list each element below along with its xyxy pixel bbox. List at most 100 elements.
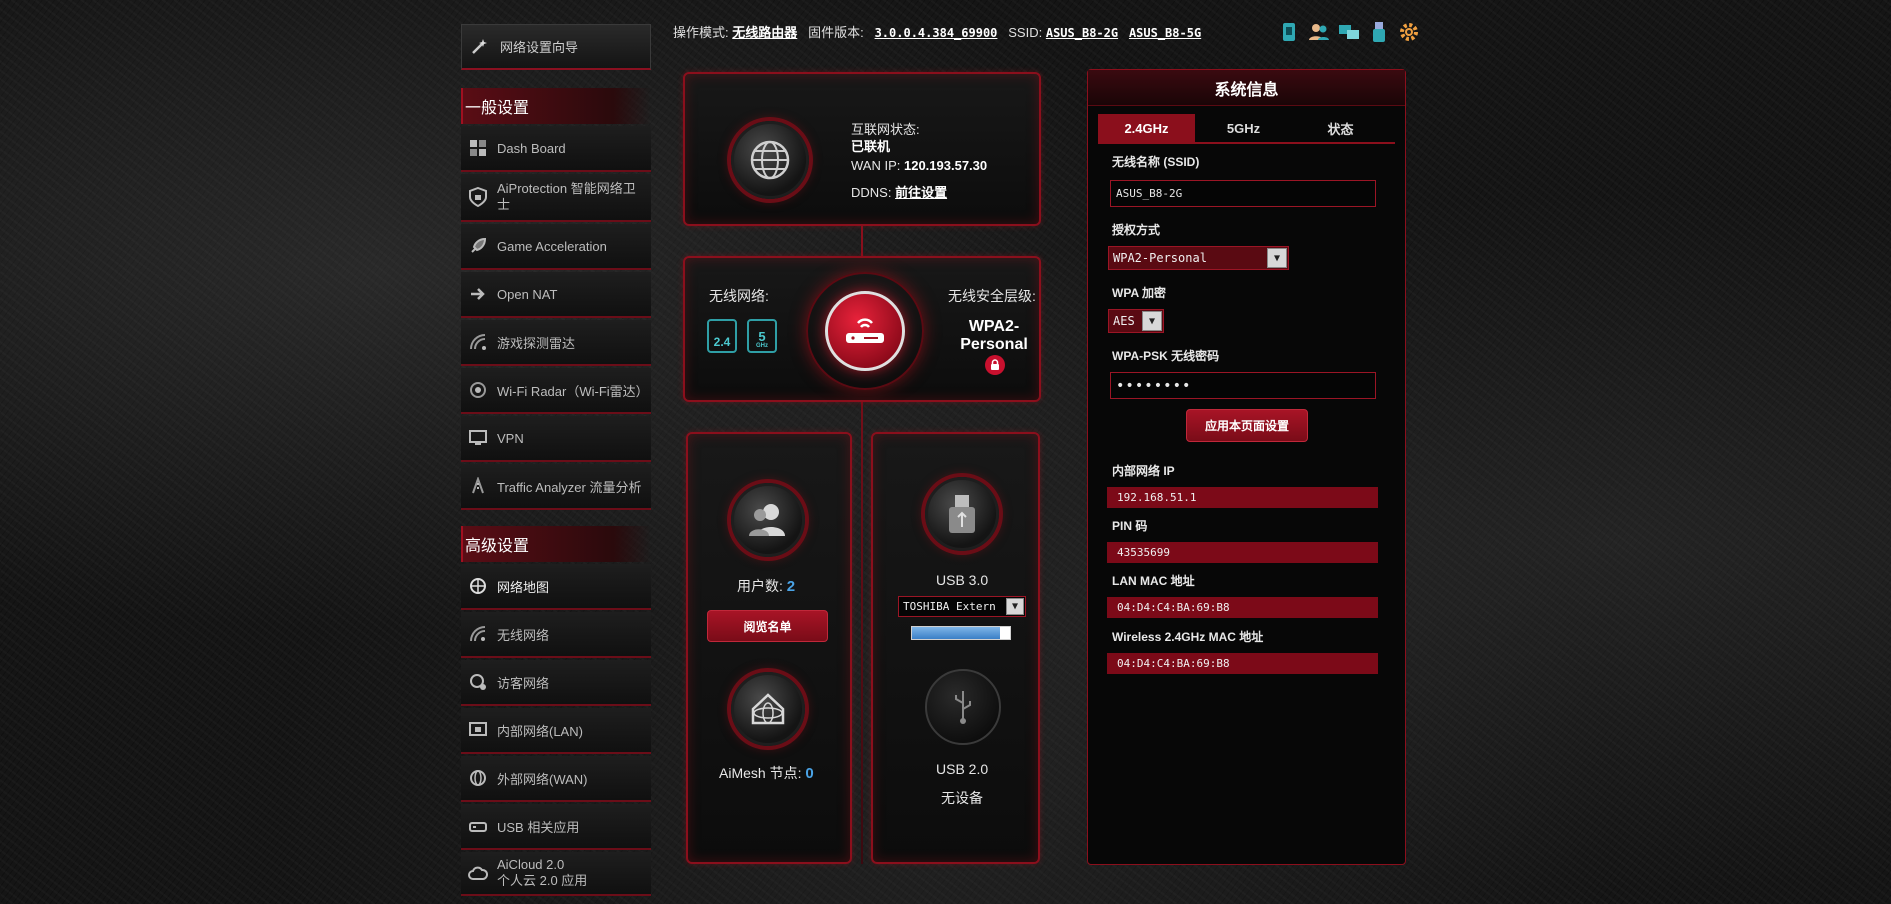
wan-ip-row: WAN IP: 120.193.57.30 xyxy=(851,158,987,173)
shield-icon xyxy=(467,186,489,208)
sidebar-item-wireless[interactable]: 无线网络 xyxy=(461,612,651,658)
ssid-input[interactable]: ASUS_B8-2G xyxy=(1110,180,1376,207)
auth-method-value: WPA2-Personal xyxy=(1113,251,1207,265)
sidebar-item-wifi-radar[interactable]: Wi-Fi Radar（Wi-Fi雷达） xyxy=(461,368,651,414)
top-icons xyxy=(1278,21,1420,43)
sidebar-item-aicloud[interactable]: AiCloud 2.0 个人云 2.0 应用 xyxy=(461,852,651,896)
sidebar-item-label: Game Acceleration xyxy=(497,238,607,254)
network-icon[interactable] xyxy=(1338,21,1360,43)
auth-method-label: 授权方式 xyxy=(1112,223,1161,237)
aimesh-icon xyxy=(751,693,785,725)
mode-label: 操作模式: xyxy=(673,25,729,40)
ssid-label: SSID: xyxy=(1008,25,1043,40)
wpa-encryption-label: WPA 加密 xyxy=(1112,286,1166,300)
aimesh-label: AiMesh 节点: xyxy=(719,765,802,781)
ssid-field-label: 无线名称 (SSID) xyxy=(1112,155,1200,169)
clients-count-row: 用户数: 2 xyxy=(737,576,795,596)
sidebar-item-open-nat[interactable]: Open NAT xyxy=(461,272,651,318)
psk-password-input[interactable]: •••••••• xyxy=(1110,372,1376,399)
security-value-line1: WPA2- xyxy=(968,318,1020,335)
dashboard-icon xyxy=(467,137,489,159)
usb-app-icon xyxy=(467,815,489,837)
rocket-icon xyxy=(467,235,489,257)
lan-icon xyxy=(467,719,489,741)
lan-ip-label: 内部网络 IP xyxy=(1112,464,1175,478)
globe-icon xyxy=(750,140,790,180)
view-list-button[interactable]: 阅览名单 xyxy=(707,610,828,642)
sidebar-item-usb-apps[interactable]: USB 相关应用 xyxy=(461,804,651,850)
sidebar-item-label: USB 相关应用 xyxy=(497,819,580,835)
tab-status[interactable]: 状态 xyxy=(1292,114,1389,142)
router-button[interactable] xyxy=(825,291,905,371)
sidebar-item-sublabel: 个人云 2.0 应用 xyxy=(497,873,588,888)
wan-ip-value: 120.193.57.30 xyxy=(903,158,988,173)
wpa-encryption-select[interactable]: AES ▼ xyxy=(1108,309,1164,333)
clients-count-label: 用户数: xyxy=(737,578,783,594)
setup-wizard-item[interactable]: 网络设置向导 xyxy=(461,24,651,70)
sidebar-item-network-map[interactable]: 网络地图 xyxy=(461,564,651,610)
general-settings-header: 一般设置 xyxy=(461,88,651,124)
auth-method-select[interactable]: WPA2-Personal ▼ xyxy=(1108,246,1289,270)
aimesh-row: AiMesh 节点: 0 xyxy=(719,763,814,783)
users-icon[interactable] xyxy=(1308,21,1330,43)
aimesh-button[interactable] xyxy=(731,672,805,746)
ddns-label: DDNS: xyxy=(851,185,892,200)
settings-gear-icon[interactable] xyxy=(1398,21,1420,43)
wifi-24-badge[interactable]: 2.4 xyxy=(707,319,737,353)
sidebar-item-label: AiProtection 智能网络卫士 xyxy=(497,181,636,212)
ddns-link[interactable]: 前往设置 xyxy=(895,185,947,200)
sidebar: 网络设置向导 一般设置 Dash Board AiProtection 智能网络… xyxy=(461,24,651,896)
tab-5ghz[interactable]: 5GHz xyxy=(1195,114,1292,142)
network-map-icon xyxy=(467,575,489,597)
usb3-device-select[interactable]: TOSHIBA Extern ▼ xyxy=(898,596,1026,617)
system-info-panel: 系统信息 2.4GHz 5GHz 状态 无线名称 (SSID) ASUS_B8-… xyxy=(1087,69,1406,865)
sidebar-item-label: Traffic Analyzer 流量分析 xyxy=(497,479,642,495)
sidebar-item-aiprotection[interactable]: AiProtection 智能网络卫士 xyxy=(461,174,651,222)
wifi-5-badge[interactable]: 5 GHz xyxy=(747,319,777,353)
wifi-5-badge-label: 5 xyxy=(758,329,766,344)
sidebar-item-label: 内部网络(LAN) xyxy=(497,723,583,739)
chevron-down-icon: ▼ xyxy=(1267,248,1287,268)
usb-icon[interactable] xyxy=(1368,21,1390,43)
clients-button[interactable] xyxy=(731,483,805,557)
sidebar-item-game-acceleration[interactable]: Game Acceleration xyxy=(461,224,651,270)
apply-settings-button[interactable]: 应用本页面设置 xyxy=(1186,409,1308,442)
usb-drive-icon xyxy=(949,495,975,533)
sidebar-item-vpn[interactable]: VPN xyxy=(461,416,651,462)
aimesh-value: 0 xyxy=(805,765,814,782)
ssid-5-link[interactable]: ASUS_B8-5G xyxy=(1129,26,1201,40)
sidebar-item-label: 访客网络 xyxy=(497,675,550,691)
security-value-line2: Personal xyxy=(960,336,1028,353)
sidebar-item-guest-network[interactable]: 访客网络 xyxy=(461,660,651,706)
usb3-device-value: TOSHIBA Extern xyxy=(903,600,996,613)
users-icon xyxy=(749,504,785,536)
sidebar-item-label: VPN xyxy=(497,430,524,446)
wizard-icon xyxy=(470,36,492,58)
band-tabs: 2.4GHz 5GHz 状态 xyxy=(1098,114,1395,144)
wan-icon xyxy=(467,767,489,789)
sidebar-item-game-radar[interactable]: 游戏探测雷达 xyxy=(461,320,651,366)
usb3-button[interactable] xyxy=(925,477,999,551)
guest-network-icon xyxy=(467,671,489,693)
wireless-icon xyxy=(467,623,489,645)
sidebar-item-label: AiCloud 2.0 xyxy=(497,857,565,872)
mode-link[interactable]: 无线路由器 xyxy=(732,25,797,40)
usb2-button[interactable] xyxy=(925,669,1001,745)
wan-ip-label: WAN IP: xyxy=(851,158,901,173)
sidebar-item-label: 网络地图 xyxy=(497,579,550,595)
advanced-settings-header: 高级设置 xyxy=(461,526,651,562)
wpa-encryption-value: AES xyxy=(1113,314,1135,328)
ssid-24-link[interactable]: ASUS_B8-2G xyxy=(1046,26,1118,40)
system-info-title: 系统信息 xyxy=(1088,70,1405,106)
sidebar-item-dashboard[interactable]: Dash Board xyxy=(461,126,651,172)
firmware-link[interactable]: 3.0.0.4.384_69900 xyxy=(875,26,998,40)
radar-icon xyxy=(467,331,489,353)
security-label: 无线安全层级: xyxy=(948,288,1036,304)
sidebar-item-traffic-analyzer[interactable]: Traffic Analyzer 流量分析 xyxy=(461,464,651,510)
sidebar-item-wan[interactable]: 外部网络(WAN) xyxy=(461,756,651,802)
sidebar-item-lan[interactable]: 内部网络(LAN) xyxy=(461,708,651,754)
internet-globe-button[interactable] xyxy=(731,121,809,199)
tab-2-4ghz[interactable]: 2.4GHz xyxy=(1098,114,1195,142)
internet-status-value: 已联机 xyxy=(851,139,891,154)
sim-card-icon[interactable] xyxy=(1278,21,1300,43)
